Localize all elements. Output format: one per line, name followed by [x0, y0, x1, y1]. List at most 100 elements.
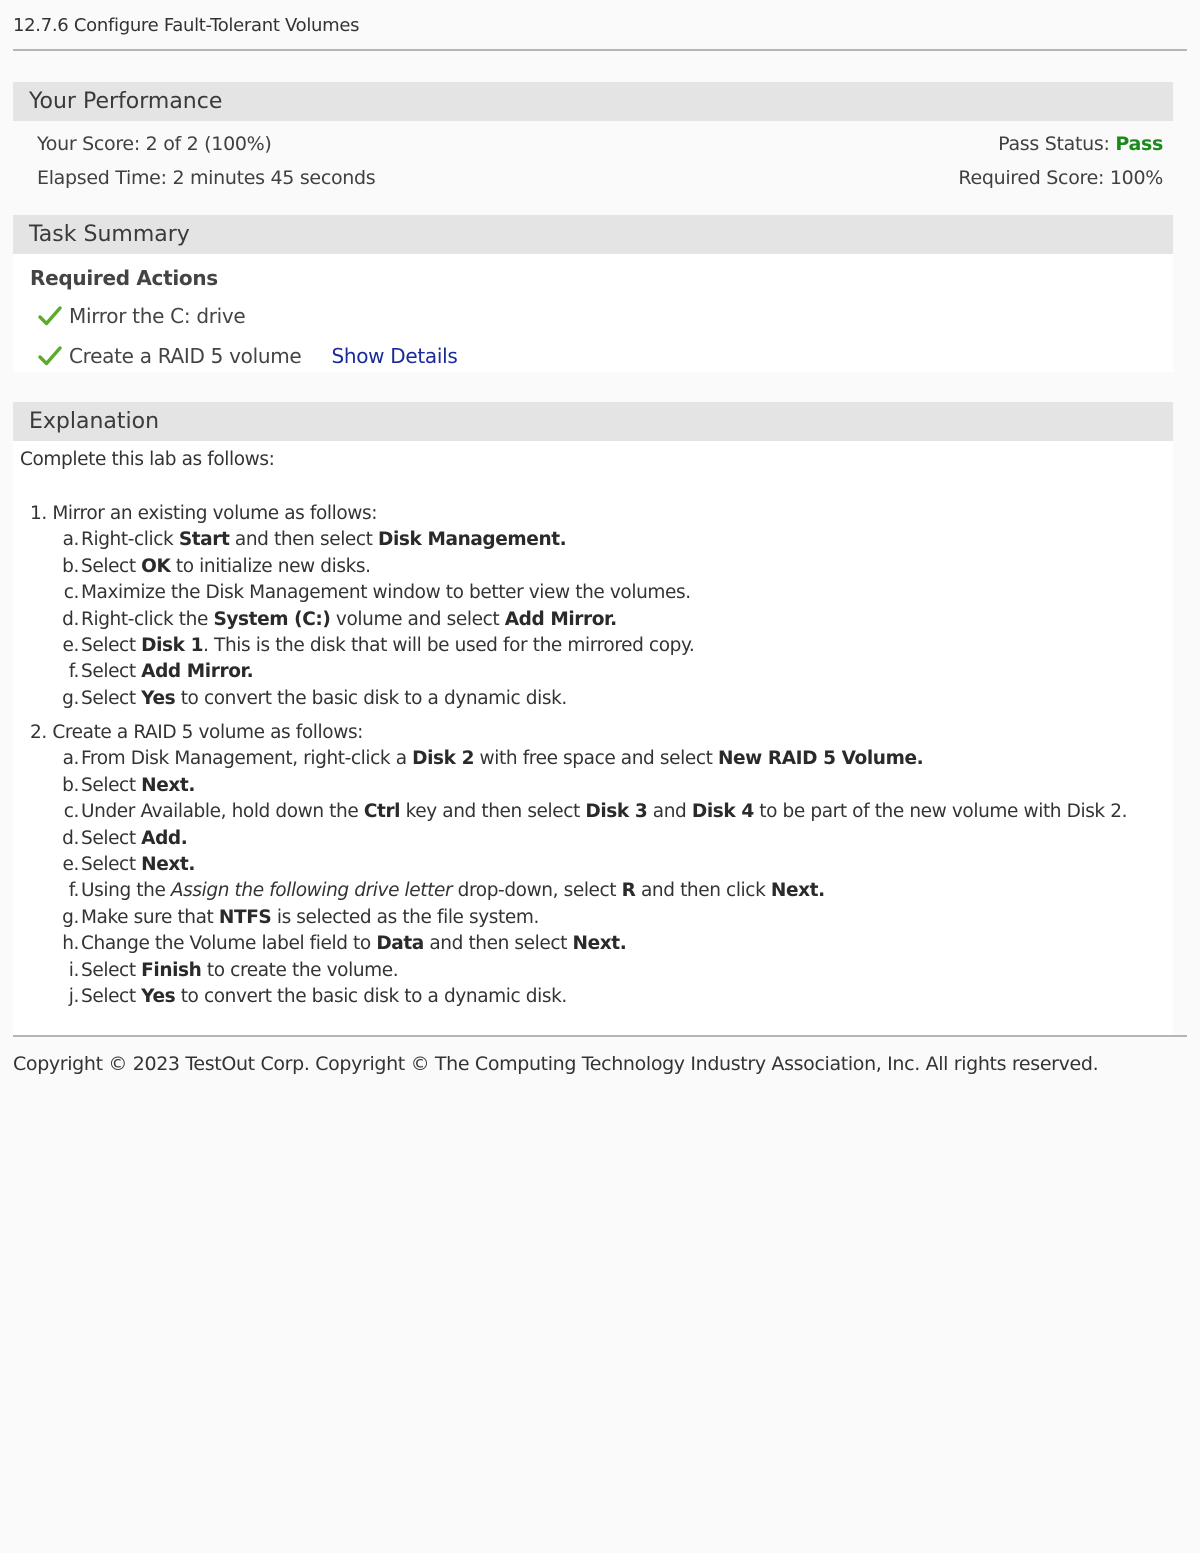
substep-keyword: Disk Management. — [378, 529, 567, 551]
elapsed-label: Elapsed Time: — [37, 167, 167, 189]
substep-keyword: OK — [141, 555, 171, 577]
explanation-substep: g. Select Yes to convert the basic disk t… — [59, 688, 567, 709]
substep-text: Select — [81, 986, 142, 1007]
explanation-substep: a. Right-click Start and then select Disk… — [59, 529, 567, 551]
substep-keyword: Ctrl — [363, 801, 401, 823]
substep-keyword: Add. — [141, 827, 188, 849]
pass-status-row: Pass Status: Pass — [998, 133, 1163, 155]
explanation-substep: d. Select Add. — [59, 827, 188, 849]
substep-text: to convert the basic disk to a dynamic d… — [175, 687, 568, 709]
substep-letter: a. — [62, 748, 80, 770]
check-icon — [38, 346, 62, 366]
explanation-substep: h. Change the Volume label field to Data … — [59, 933, 627, 955]
substep-letter: b. — [62, 774, 79, 796]
substep-text: Select — [81, 687, 142, 709]
performance-heading: Your Performance — [13, 82, 1173, 121]
task-summary-heading: Task Summary — [13, 215, 1173, 254]
required-score-value: 100% — [1109, 167, 1163, 189]
substep-text: key and then select — [400, 801, 586, 823]
explanation-substep: b. Select Next. — [59, 775, 195, 796]
substep-keyword: Add Mirror. — [141, 661, 254, 683]
substep-keyword: Next. — [141, 854, 195, 875]
step-number: 2. — [30, 722, 53, 743]
substep-keyword: Disk 4 — [691, 801, 754, 823]
substep-text: Make sure that — [81, 906, 219, 928]
explanation-substep: c. Under Available, hold down the Ctrl ke… — [59, 801, 1128, 823]
explanation-panel: Complete this lab as follows: 1. Mirror … — [13, 441, 1173, 1035]
substep-text: Select — [81, 635, 142, 656]
explanation-step: 2. Create a RAID 5 volume as follows: — [30, 722, 363, 743]
substep-letter: j. — [68, 986, 80, 1007]
substep-keyword: Next. — [770, 880, 825, 902]
explanation-substep: a. From Disk Management, right-click a Di… — [59, 748, 924, 770]
substep-keyword: Yes — [141, 986, 176, 1007]
action-item-raid5: Create a RAID 5 volume Show Details — [37, 344, 458, 368]
elapsed-value: 2 minutes 45 seconds — [172, 167, 376, 189]
substep-text: is selected as the file system. — [271, 906, 540, 928]
substep-text: and then select — [229, 529, 379, 551]
substep-text: Using the — [81, 880, 171, 902]
substep-keyword: Next. — [141, 774, 195, 796]
substep-letter: d. — [62, 608, 79, 630]
substep-text: . This is the disk that will be used for… — [203, 635, 695, 656]
substep-letter: c. — [63, 582, 80, 604]
pass-status-value: Pass — [1115, 133, 1163, 155]
substep-letter: g. — [62, 687, 79, 709]
substep-keyword: Disk 3 — [585, 801, 648, 823]
explanation-substep: f. Using the Assign the following drive l… — [59, 880, 825, 901]
explanation-substep: i. Select Finish to create the volume. — [59, 959, 399, 981]
task-summary-panel: Required Actions Mirror the C: drive Cre… — [13, 254, 1173, 372]
substep-keyword: Data — [376, 933, 424, 955]
substep-letter: h. — [62, 933, 79, 955]
substep-emphasis: Assign the following drive letter — [170, 880, 453, 902]
explanation-substep: b. Select OK to initialize new disks. — [59, 556, 371, 577]
explanation-substep: d. Right-click the System (C:) volume and… — [59, 609, 617, 630]
substep-keyword: NTFS — [218, 906, 272, 928]
substep-keyword: Start — [178, 529, 230, 551]
substep-keyword: Disk 2 — [412, 748, 475, 770]
required-actions-label: Required Actions — [30, 266, 218, 290]
substep-keyword: Yes — [141, 687, 176, 709]
step-text: Mirror an existing volume as follows: — [52, 503, 378, 524]
substep-keyword: Next. — [572, 933, 627, 955]
substep-letter: e. — [62, 854, 80, 875]
pass-status-label: Pass Status: — [998, 133, 1110, 155]
substep-text: Select — [81, 827, 142, 849]
step-text: Create a RAID 5 volume as follows: — [52, 722, 364, 743]
explanation-substep: g. Make sure that NTFS is selected as the… — [59, 907, 539, 928]
substep-text: Select — [81, 555, 142, 577]
substep-text: drop-down, select — [452, 880, 622, 902]
substep-text: to convert the basic disk to a dynamic d… — [175, 986, 568, 1007]
substep-letter: c. — [63, 801, 80, 823]
lab-title: 12.7.6 Configure Fault-Tolerant Volumes — [13, 15, 360, 36]
explanation-substep: j. Select Yes to convert the basic disk t… — [59, 986, 567, 1007]
substep-text: and then click — [635, 880, 771, 902]
action-item-mirror: Mirror the C: drive — [37, 304, 246, 328]
show-details-link[interactable]: Show Details — [331, 344, 457, 368]
lab-report-page: 12.7.6 Configure Fault-Tolerant Volumes … — [0, 0, 1200, 1075]
substep-letter: b. — [62, 555, 79, 577]
substep-text: Maximize the Disk Management window to b… — [81, 582, 691, 604]
copyright-text: Copyright © 2023 TestOut Corp. Copyright… — [13, 1053, 1099, 1075]
substep-letter: e. — [62, 635, 80, 656]
substep-text: to be part of the new volume with Disk 2… — [753, 801, 1128, 823]
substep-text: Right-click — [81, 529, 179, 551]
substep-letter: f. — [68, 880, 80, 902]
explanation-substep: e. Select Next. — [59, 854, 196, 875]
substep-text: volume and select — [330, 608, 505, 630]
substep-keyword: R — [621, 880, 636, 902]
check-icon — [38, 306, 62, 326]
substep-text: From Disk Management, right-click a — [81, 748, 413, 770]
score-value: 2 of 2 (100%) — [145, 133, 272, 155]
substep-letter: d. — [62, 827, 79, 849]
explanation-substep: c. Maximize the Disk Management window to… — [59, 582, 691, 603]
elapsed-row: Elapsed Time: 2 minutes 45 seconds — [37, 167, 376, 189]
substep-text: with free space and select — [474, 748, 718, 770]
substep-text: Right-click the — [81, 608, 214, 630]
explanation-substep: f. Select Add Mirror. — [59, 661, 254, 683]
substep-text: to create the volume. — [201, 959, 399, 981]
substep-letter: g. — [62, 906, 79, 928]
substep-text: to initialize new disks. — [170, 555, 371, 577]
footer-divider — [13, 1035, 1187, 1037]
substep-text: Select — [81, 661, 142, 683]
